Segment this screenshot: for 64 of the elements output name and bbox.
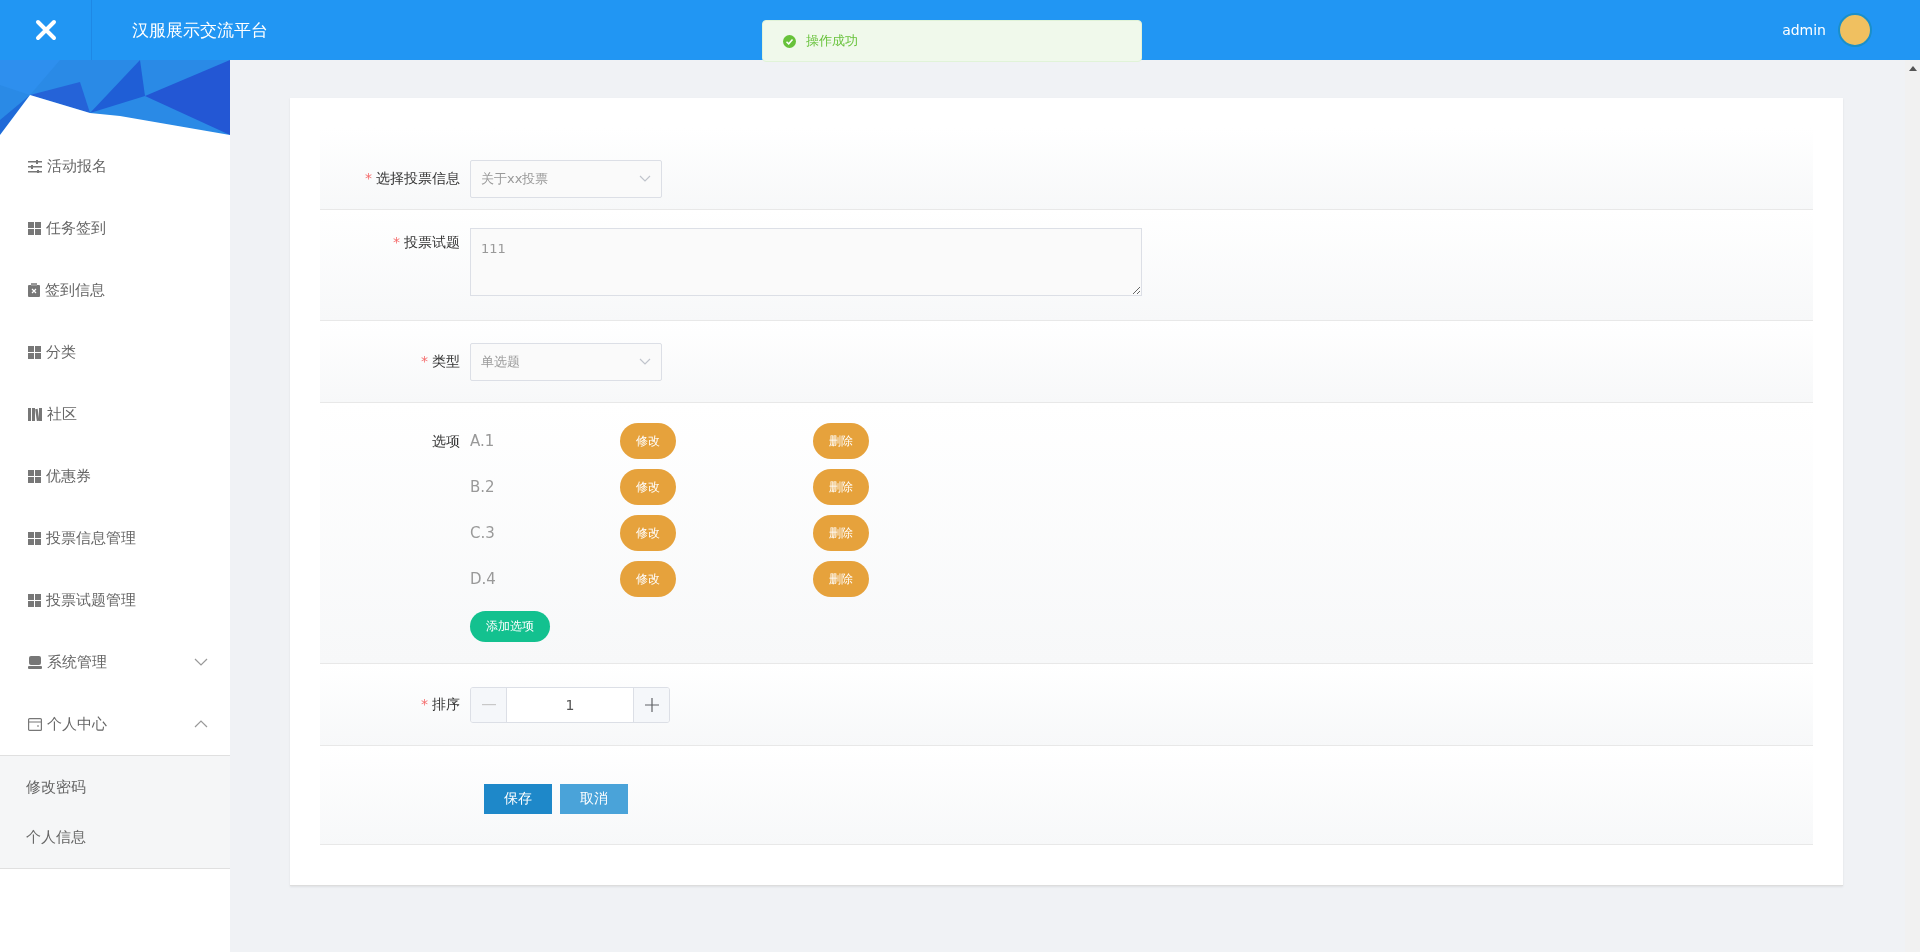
- books-icon: [28, 407, 42, 421]
- menu-item[interactable]: 任务签到: [0, 197, 230, 259]
- edit-button[interactable]: 修改: [620, 423, 676, 459]
- type-select[interactable]: 单选题: [470, 342, 662, 381]
- laptop-icon: [28, 655, 42, 669]
- user-name[interactable]: admin: [1782, 22, 1826, 38]
- check-circle-icon: [783, 34, 796, 48]
- field-label: 选择投票信息: [376, 169, 460, 186]
- increment-button[interactable]: [633, 687, 669, 722]
- vote-select[interactable]: 关于xx投票: [470, 159, 662, 198]
- delete-button[interactable]: 删除: [813, 469, 869, 505]
- grid-icon: [28, 593, 41, 607]
- close-icon[interactable]: [34, 19, 57, 41]
- grid-icon: [28, 531, 41, 545]
- edit-button[interactable]: 修改: [620, 469, 676, 505]
- menu-item[interactable]: 个人中心: [0, 693, 230, 755]
- avatar[interactable]: [1838, 13, 1872, 47]
- wallet-icon: [28, 717, 42, 731]
- menu-item[interactable]: 活动报名: [0, 135, 230, 197]
- required-mark: *: [393, 234, 400, 250]
- required-mark: *: [421, 695, 428, 712]
- chevron-up-icon: [194, 720, 208, 728]
- minus-icon: [481, 703, 496, 706]
- delete-button[interactable]: 删除: [813, 423, 869, 459]
- option-text: D.4: [470, 570, 497, 588]
- submenu-item[interactable]: 个人信息: [0, 812, 230, 862]
- delete-button[interactable]: 删除: [813, 561, 869, 597]
- grid-icon: [28, 469, 41, 483]
- grid-icon: [28, 345, 41, 359]
- app-title: 汉服展示交流平台: [132, 18, 268, 42]
- menu-item[interactable]: 分类: [0, 321, 230, 383]
- cancel-button[interactable]: 取消: [560, 784, 628, 814]
- grid-icon: [28, 221, 41, 235]
- toast-message: 操作成功: [806, 32, 858, 50]
- scroll-up-icon[interactable]: [1908, 66, 1917, 71]
- caret-icon: [639, 175, 651, 182]
- edit-button[interactable]: 修改: [620, 515, 676, 551]
- add-option-button[interactable]: 添加选项: [470, 611, 550, 642]
- menu-item[interactable]: 系统管理: [0, 631, 230, 693]
- option-text: A.1: [470, 432, 496, 450]
- field-label: 选项: [432, 433, 460, 449]
- plus-icon: [644, 697, 659, 712]
- menu-item[interactable]: 投票信息管理: [0, 507, 230, 569]
- edit-button[interactable]: 修改: [620, 561, 676, 597]
- sliders-icon: [28, 159, 42, 173]
- field-label: 类型: [432, 352, 460, 369]
- caret-icon: [639, 358, 651, 365]
- order-stepper[interactable]: 1: [470, 686, 670, 723]
- field-label: 投票试题: [404, 234, 460, 250]
- menu-item[interactable]: 签到信息: [0, 259, 230, 321]
- submenu-item[interactable]: 修改密码: [0, 762, 230, 812]
- field-label: 排序: [432, 695, 460, 712]
- clipboard-icon: [28, 283, 40, 297]
- delete-button[interactable]: 删除: [813, 515, 869, 551]
- option-text: C.3: [470, 524, 496, 542]
- menu-item[interactable]: 投票试题管理: [0, 569, 230, 631]
- question-field[interactable]: 111: [470, 228, 1142, 296]
- menu-item[interactable]: 优惠券: [0, 445, 230, 507]
- chevron-down-icon: [194, 658, 208, 666]
- required-mark: *: [365, 169, 372, 186]
- save-button[interactable]: 保存: [484, 784, 552, 814]
- option-text: B.2: [470, 478, 496, 496]
- required-mark: *: [421, 352, 428, 369]
- menu-item[interactable]: 社区: [0, 383, 230, 445]
